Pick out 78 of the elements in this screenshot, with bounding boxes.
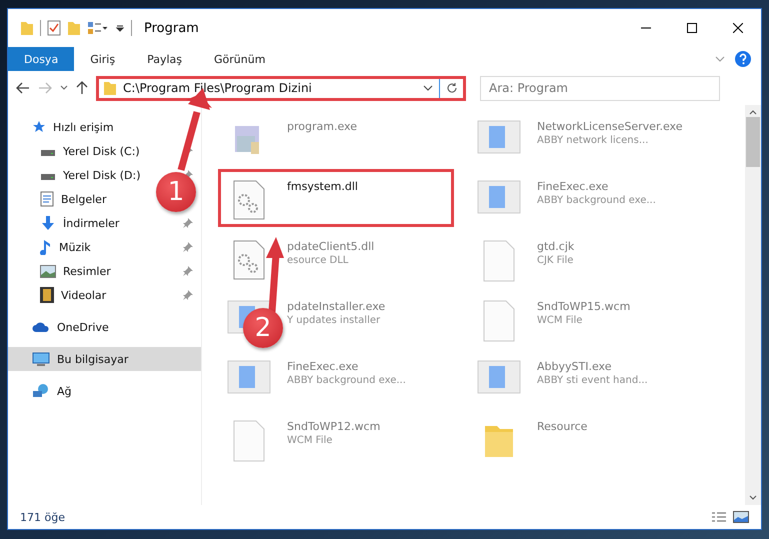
sidebar-item[interactable]: OneDrive (8, 315, 201, 339)
music-note-icon (40, 239, 52, 255)
file-description: CJK File (537, 255, 574, 266)
window-title: Program (144, 20, 199, 36)
file-name[interactable]: SndToWP12.wcm (287, 420, 380, 433)
details-view-icon[interactable] (711, 511, 727, 523)
sidebar-item[interactable]: Resimler (8, 259, 119, 283)
application-icon (477, 120, 521, 154)
sidebar-item[interactable]: Bu bilgisayar (8, 347, 201, 371)
file-description: ABBY background exe... (537, 195, 656, 206)
picture-icon (40, 264, 56, 278)
ribbon-tab[interactable]: Görünüm (198, 47, 282, 71)
gears-file-icon (233, 240, 265, 280)
sidebar-item[interactable]: Yerel Disk (C:) (8, 139, 148, 163)
chevron-down-icon[interactable] (60, 85, 68, 91)
document-icon (40, 191, 54, 207)
file-name[interactable]: gtd.cjk (537, 240, 574, 253)
monitor-icon (32, 352, 50, 366)
file-description: esource DLL (287, 255, 348, 266)
film-icon (40, 287, 54, 303)
sidebar-item[interactable]: Yerel Disk (D:) (8, 163, 149, 187)
file-description: ABBY background exe... (287, 375, 406, 386)
application-icon (477, 180, 521, 214)
network-icon (32, 383, 50, 399)
file-name[interactable]: SndToWP15.wcm (537, 300, 630, 313)
help-icon[interactable] (735, 51, 751, 67)
file-name[interactable]: Resource (537, 420, 588, 433)
chevron-down-icon[interactable] (423, 85, 433, 91)
close-icon (733, 23, 743, 33)
picture-view-icon[interactable] (733, 511, 749, 523)
application-icon (227, 360, 271, 394)
scrollbar[interactable] (745, 105, 761, 505)
up-arrow-icon[interactable] (76, 81, 88, 95)
file-description: ABBY network licens... (537, 135, 648, 146)
sidebar-item[interactable]: Müzik (8, 235, 99, 259)
maximize-icon (687, 23, 697, 33)
folder-icon (103, 80, 117, 96)
address-bar[interactable]: C:\Program Files\Program Dizini (96, 76, 466, 100)
blank-file-icon (483, 240, 515, 282)
file-description: WCM File (537, 315, 582, 326)
file-name[interactable]: fmsystem.dll (287, 180, 358, 193)
sidebar-item[interactable]: Hızlı erişim (8, 115, 201, 139)
blank-file-icon (483, 300, 515, 342)
application-icon (477, 360, 521, 394)
file-name[interactable]: pdateClient5.dll (287, 240, 374, 253)
chevron-down-icon[interactable] (749, 495, 757, 501)
file-menu-tab[interactable]: Dosya (8, 47, 74, 71)
dropdown-icon[interactable] (115, 23, 125, 33)
back-arrow-icon[interactable] (16, 82, 30, 94)
gears-file-icon (233, 180, 265, 220)
file-name[interactable]: pdateInstaller.exe (287, 300, 386, 313)
ribbon-tab[interactable]: Giriş (74, 47, 132, 71)
blank-file-icon (233, 420, 265, 462)
refresh-icon (446, 82, 458, 94)
cloud-icon (32, 321, 50, 333)
folder-icon (67, 20, 81, 36)
checklist-icon (47, 20, 61, 36)
ribbon-tab[interactable]: Paylaş (131, 47, 198, 71)
item-count: 171 öğe (20, 510, 65, 524)
sidebar-item[interactable]: Videolar (8, 283, 114, 307)
file-name[interactable]: FineExec.exe (537, 180, 608, 193)
file-description: Y updates installer (287, 315, 380, 326)
down-arrow-icon (40, 215, 56, 231)
file-name[interactable]: FineExec.exe (287, 360, 358, 373)
file-name[interactable]: NetworkLicenseServer.exe (537, 120, 682, 133)
star-icon (32, 120, 46, 134)
file-description: WCM File (287, 435, 332, 446)
sidebar-item[interactable]: Belgeler (8, 187, 114, 211)
file-description: ABBY sti event hand... (537, 375, 648, 386)
search-field[interactable]: Ara: Program (480, 76, 720, 100)
properties-icon (87, 21, 109, 35)
file-name[interactable]: program.exe (287, 120, 357, 133)
chevron-up-icon[interactable] (749, 109, 757, 115)
scrollbar-thumb[interactable] (746, 117, 760, 167)
sidebar-item[interactable]: Ağ (8, 379, 201, 403)
sidebar-item[interactable]: İndirmeler (8, 211, 128, 235)
file-name[interactable]: AbbyySTI.exe (537, 360, 612, 373)
folder-icon (20, 20, 34, 36)
